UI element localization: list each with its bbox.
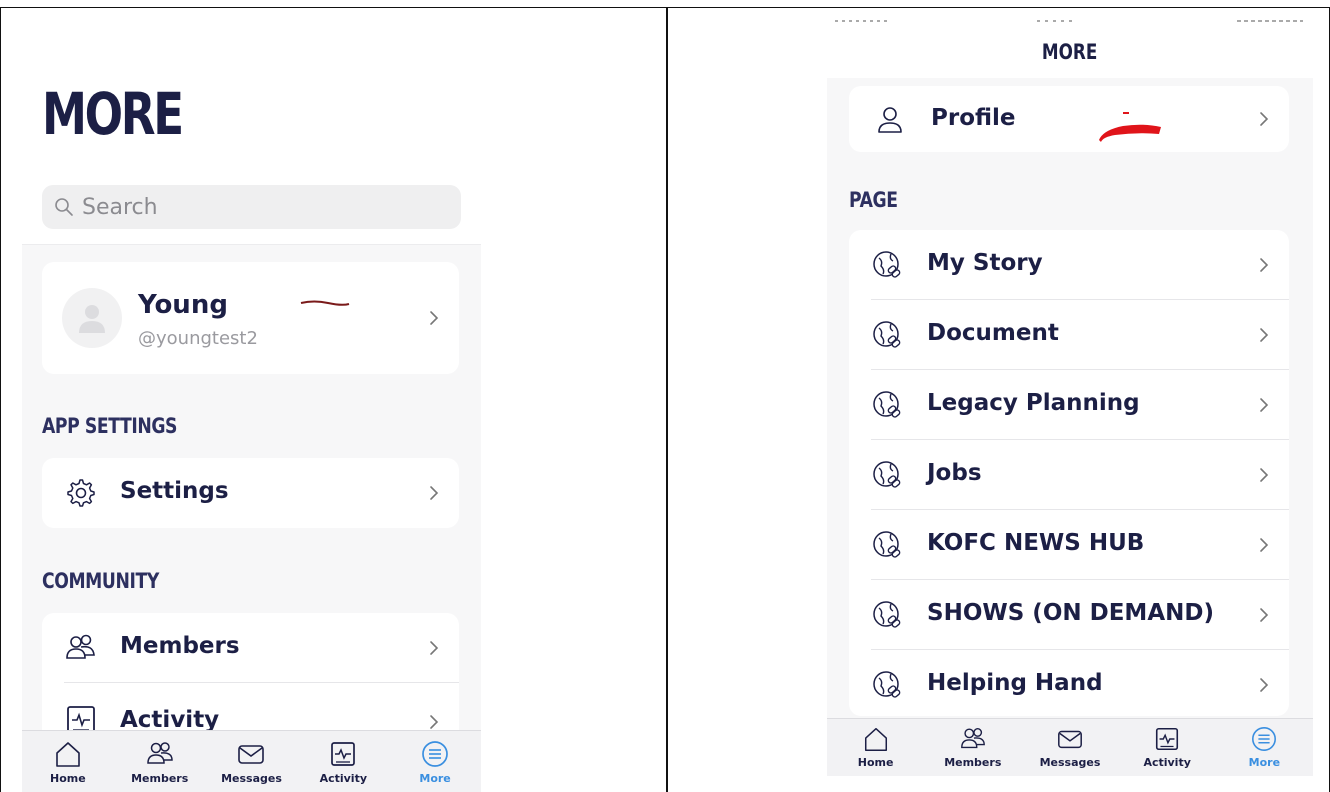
activity-icon bbox=[1156, 727, 1179, 751]
page-item-label: Legacy Planning bbox=[927, 390, 1140, 416]
chevron-right-icon bbox=[1259, 327, 1269, 343]
section-label-app-settings: APP SETTINGS bbox=[42, 414, 178, 438]
menu-item-label: Members bbox=[120, 633, 240, 659]
header-title-text: MORE bbox=[1042, 40, 1098, 64]
tab-members[interactable]: Members bbox=[933, 719, 1013, 776]
tab-bar: Home Members Messages Activity More bbox=[22, 730, 481, 792]
page-item-shows-on-demand[interactable]: SHOWS (ON DEMAND) bbox=[849, 580, 1289, 650]
page-item-my-story[interactable]: My Story bbox=[849, 230, 1289, 300]
tab-label: Members bbox=[944, 756, 1002, 769]
chevron-right-icon bbox=[429, 485, 439, 501]
status-bar-fragment bbox=[835, 20, 1303, 22]
redaction-scribble bbox=[1099, 112, 1161, 142]
tab-label: More bbox=[419, 772, 451, 785]
search-icon bbox=[55, 198, 73, 216]
section-label-page: PAGE bbox=[849, 188, 898, 212]
tab-label: Members bbox=[131, 772, 189, 785]
chevron-right-icon bbox=[1259, 467, 1269, 483]
tab-label: Home bbox=[857, 756, 894, 769]
page-list-card: My Story Document Legacy Planning Jobs K… bbox=[849, 230, 1289, 716]
tab-label: Home bbox=[50, 772, 86, 785]
globe-link-icon bbox=[871, 668, 905, 702]
page-item-helping-hand[interactable]: Helping Hand bbox=[849, 650, 1289, 720]
page-item-legacy-planning[interactable]: Legacy Planning bbox=[849, 370, 1289, 440]
activity-icon bbox=[331, 742, 356, 766]
more-icon bbox=[422, 741, 448, 767]
page-item-label: Document bbox=[927, 320, 1059, 346]
header-title: MORE bbox=[827, 40, 1313, 64]
page-item-label: KOFC NEWS HUB bbox=[927, 530, 1145, 556]
page-title: MORE bbox=[42, 80, 184, 148]
members-icon bbox=[64, 631, 98, 665]
menu-item-label: Settings bbox=[120, 478, 229, 504]
members-icon bbox=[960, 728, 985, 749]
globe-link-icon bbox=[871, 528, 905, 562]
menu-item-settings[interactable]: Settings bbox=[42, 458, 459, 528]
members-icon bbox=[146, 742, 173, 764]
tab-label: More bbox=[1248, 756, 1281, 769]
tab-activity[interactable]: Activity bbox=[303, 731, 383, 792]
right-screen: MORE Profile PAGE My Story Document Lega… bbox=[827, 16, 1313, 776]
globe-link-icon bbox=[871, 248, 905, 282]
tab-label: Messages bbox=[221, 772, 282, 785]
profile-card[interactable]: Young @youngtest2 bbox=[42, 262, 459, 374]
panel-divider bbox=[666, 7, 668, 792]
tab-more[interactable]: More bbox=[1224, 719, 1304, 776]
page-item-jobs[interactable]: Jobs bbox=[849, 440, 1289, 510]
tab-more[interactable]: More bbox=[395, 731, 475, 792]
messages-icon bbox=[1058, 730, 1082, 749]
chevron-right-icon bbox=[429, 310, 439, 326]
home-icon bbox=[864, 727, 887, 751]
profile-handle: @youngtest2 bbox=[138, 328, 258, 349]
chevron-right-icon bbox=[1259, 537, 1269, 553]
left-screen: MORE Search Young @youngtest2 APP SETTIN… bbox=[22, 8, 481, 792]
chevron-right-icon bbox=[429, 640, 439, 656]
gear-icon bbox=[64, 476, 98, 510]
globe-link-icon bbox=[871, 598, 905, 632]
chevron-right-icon bbox=[429, 714, 439, 730]
chevron-right-icon bbox=[1259, 397, 1269, 413]
chevron-right-icon bbox=[1259, 607, 1269, 623]
tab-bar: Home Members Messages Activity More bbox=[827, 718, 1313, 776]
user-icon bbox=[875, 104, 905, 134]
globe-link-icon bbox=[871, 318, 905, 352]
search-input[interactable]: Search bbox=[42, 185, 461, 229]
chevron-right-icon bbox=[1259, 677, 1269, 693]
search-placeholder: Search bbox=[82, 194, 158, 220]
header-bar: MORE bbox=[827, 16, 1313, 78]
page-item-label: Helping Hand bbox=[927, 670, 1103, 696]
page-item-label: My Story bbox=[927, 250, 1043, 276]
messages-icon bbox=[238, 745, 265, 764]
more-icon bbox=[1252, 727, 1277, 751]
tab-activity[interactable]: Activity bbox=[1127, 719, 1207, 776]
tab-label: Activity bbox=[1143, 756, 1191, 769]
user-placeholder-icon bbox=[79, 305, 105, 333]
tab-home[interactable]: Home bbox=[836, 719, 916, 776]
profile-name: Young bbox=[138, 290, 228, 320]
tab-members[interactable]: Members bbox=[120, 731, 200, 792]
menu-item-members[interactable]: Members bbox=[42, 613, 459, 683]
page-item-label: SHOWS (ON DEMAND) bbox=[927, 600, 1214, 626]
globe-link-icon bbox=[871, 458, 905, 492]
settings-card: Settings bbox=[42, 458, 459, 528]
menu-item-profile[interactable]: Profile bbox=[849, 86, 1289, 152]
redaction-scribble bbox=[300, 300, 350, 306]
chevron-right-icon bbox=[1259, 257, 1269, 273]
tab-label: Activity bbox=[319, 772, 367, 785]
avatar bbox=[62, 288, 122, 348]
section-label-community: COMMUNITY bbox=[42, 569, 159, 593]
tab-messages[interactable]: Messages bbox=[211, 731, 291, 792]
globe-link-icon bbox=[871, 388, 905, 422]
page-item-document[interactable]: Document bbox=[849, 300, 1289, 370]
page-item-label: Jobs bbox=[927, 460, 982, 486]
chevron-right-icon bbox=[1259, 111, 1269, 127]
page-item-kofc-news-hub[interactable]: KOFC NEWS HUB bbox=[849, 510, 1289, 580]
home-icon bbox=[56, 742, 80, 767]
tab-messages[interactable]: Messages bbox=[1030, 719, 1110, 776]
profile-label: Profile bbox=[931, 105, 1016, 131]
tab-home[interactable]: Home bbox=[28, 731, 108, 792]
tab-label: Messages bbox=[1039, 756, 1101, 769]
